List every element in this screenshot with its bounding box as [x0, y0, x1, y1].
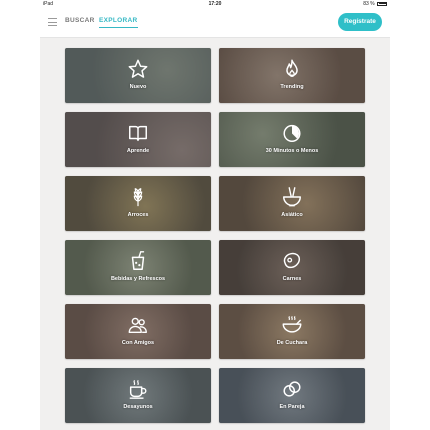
tab-explorar[interactable]: EXPLORAR — [99, 17, 138, 28]
battery-percent: 83 % — [363, 1, 375, 7]
category-card-trending[interactable]: Trending — [219, 48, 365, 103]
category-card-aprende[interactable]: Aprende — [65, 112, 211, 167]
flame-icon — [286, 59, 298, 77]
category-label: En Pareja — [279, 404, 305, 410]
category-card-carnes[interactable]: Carnes — [219, 240, 365, 295]
category-label: De Cuchara — [276, 340, 308, 346]
hamburger-menu-icon[interactable] — [48, 18, 57, 26]
book-icon — [129, 125, 147, 142]
category-card-asiatico[interactable]: Asiático — [219, 176, 365, 231]
status-bar: iPad 17:20 83 % — [40, 0, 390, 9]
tab-buscar[interactable]: BUSCAR — [65, 17, 95, 24]
category-label: Nuevo — [129, 84, 147, 90]
soup-icon — [282, 316, 302, 333]
battery-indicator: 83 % — [363, 1, 387, 7]
friends-icon — [128, 317, 147, 334]
category-label: Trending — [280, 84, 304, 90]
bowl-chopsticks-icon — [283, 187, 301, 207]
category-label: Arroces — [127, 212, 149, 218]
register-button[interactable]: Regístrate — [338, 13, 382, 31]
category-card-de-cuchara[interactable]: De Cuchara — [219, 304, 365, 359]
drink-icon — [131, 251, 145, 270]
battery-icon — [377, 1, 387, 6]
category-label: Bebidas y Refrescos — [110, 276, 166, 282]
breakfast-icon — [129, 380, 147, 399]
meat-icon — [283, 252, 301, 269]
app-window: iPad 17:20 83 % BUSCAR EXPLORAR Regístra… — [40, 0, 390, 430]
category-label: Carnes — [282, 276, 302, 282]
category-label: 30 Minutos o Menos — [265, 148, 319, 154]
category-card-30-minutos[interactable]: 30 Minutos o Menos — [219, 112, 365, 167]
category-label: Asiático — [281, 212, 303, 218]
timer-icon — [283, 124, 301, 142]
category-card-arroces[interactable]: Arroces — [65, 176, 211, 231]
category-card-nuevo[interactable]: Nuevo — [65, 48, 211, 103]
category-card-con-amigos[interactable]: Con Amigos — [65, 304, 211, 359]
wheat-icon — [133, 188, 143, 207]
category-grid: Nuevo Trending Aprende 30 Minutos o Meno… — [40, 38, 390, 430]
category-label: Desayunos — [123, 404, 153, 410]
top-nav: BUSCAR EXPLORAR Regístrate — [40, 9, 390, 38]
category-card-bebidas[interactable]: Bebidas y Refrescos — [65, 240, 211, 295]
category-card-desayunos[interactable]: Desayunos — [65, 368, 211, 423]
category-label: Aprende — [126, 148, 150, 154]
rings-icon — [283, 381, 301, 397]
category-label: Con Amigos — [121, 340, 155, 346]
star-icon — [128, 59, 148, 78]
category-card-en-pareja[interactable]: En Pareja — [219, 368, 365, 423]
status-time: 17:20 — [208, 1, 222, 7]
